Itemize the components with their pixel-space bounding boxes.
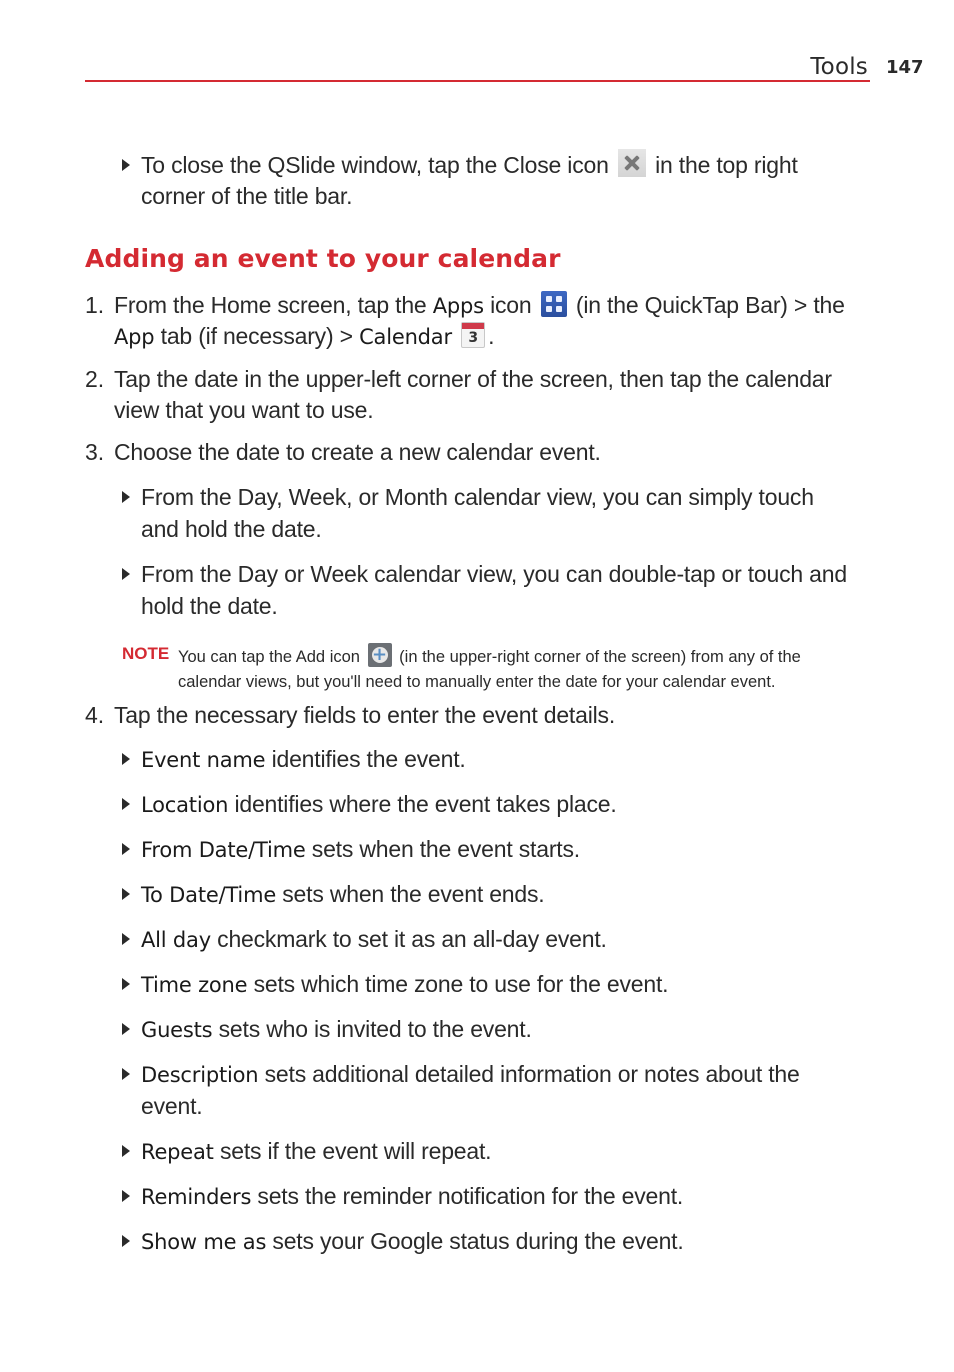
event-field-description-cont: event. — [141, 1093, 203, 1119]
step-number: 3. — [85, 439, 105, 465]
intro-text: To close the QSlide window, tap the Clos… — [141, 152, 609, 178]
step-3-bullet-1-line2: and hold the date. — [141, 516, 322, 542]
step-text: From the Home screen, tap the — [114, 292, 427, 318]
term-app: App — [114, 325, 155, 349]
bullet-arrow-icon — [122, 1023, 130, 1035]
note-line1: You can tap the Add icon (in the upper-r… — [178, 643, 858, 670]
event-field-item: To Date/Time sets when the event ends. — [141, 878, 545, 911]
bullet-arrow-icon — [122, 753, 130, 765]
step-2-line1: Tap the date in the upper-left corner of… — [114, 366, 832, 392]
calendar-icon: 3 — [461, 322, 486, 348]
event-field-term: All day — [141, 928, 211, 952]
event-field-item: Location identifies where the event take… — [141, 788, 617, 821]
step-text: . — [488, 323, 495, 349]
event-field-item: Event name identifies the event. — [141, 743, 466, 776]
step-4-line1: Tap the necessary fields to enter the ev… — [114, 702, 616, 728]
note-line2: calendar views, but you'll need to manua… — [178, 673, 776, 691]
event-field-description: sets the reminder notification for the e… — [257, 1183, 684, 1209]
step-3-bullet-2-line2: hold the date. — [141, 593, 278, 619]
event-field-item: All day checkmark to set it as an all-da… — [141, 923, 607, 956]
step-text: (in the QuickTap Bar) > the — [575, 292, 845, 318]
header-rule — [85, 80, 870, 82]
note-label: NOTE — [122, 644, 170, 663]
bullet-arrow-icon — [122, 491, 130, 503]
bullet-arrow-icon — [122, 568, 130, 580]
intro-bullet-line2: corner of the title bar. — [141, 183, 353, 209]
intro-text-after: in the top right — [655, 152, 798, 178]
add-icon — [367, 643, 392, 667]
bullet-arrow-icon — [122, 159, 130, 171]
step-text: tab (if necessary) > — [160, 323, 353, 349]
bullet-arrow-icon — [122, 1068, 130, 1080]
event-field-term: Guests — [141, 1018, 213, 1042]
term-apps: Apps — [432, 294, 484, 318]
event-field-item: Reminders sets the reminder notification… — [141, 1180, 683, 1213]
page-number: 147 — [886, 57, 924, 78]
event-field-item: Repeat sets if the event will repeat. — [141, 1135, 492, 1168]
event-field-description: identifies where the event takes place. — [234, 791, 617, 817]
event-field-item: From Date/Time sets when the event start… — [141, 833, 580, 866]
page-header: Tools — [85, 52, 870, 82]
calendar-icon-number: 3 — [468, 330, 478, 346]
event-field-description: sets who is invited to the event. — [218, 1016, 532, 1042]
event-field-description: checkmark to set it as an all-day event. — [217, 926, 607, 952]
event-field-term: To Date/Time — [141, 883, 277, 907]
step-text: icon — [490, 292, 532, 318]
event-field-term: Description — [141, 1063, 259, 1087]
event-field-term: Time zone — [141, 973, 248, 997]
bullet-arrow-icon — [122, 1145, 130, 1157]
event-field-description: sets if the event will repeat. — [219, 1138, 492, 1164]
event-field-description: sets which time zone to use for the even… — [253, 971, 669, 997]
step-1-line2: App tab (if necessary) > Calendar 3 . — [114, 320, 495, 353]
bullet-arrow-icon — [122, 843, 130, 855]
event-field-term: Reminders — [141, 1185, 252, 1209]
event-field-term: Repeat — [141, 1140, 214, 1164]
event-field-item: Time zone sets which time zone to use fo… — [141, 968, 669, 1001]
event-field-description: sets when the event starts. — [311, 836, 580, 862]
intro-bullet-line1: To close the QSlide window, tap the Clos… — [141, 149, 798, 181]
bullet-arrow-icon — [122, 1190, 130, 1202]
close-icon — [617, 149, 646, 177]
bullet-arrow-icon — [122, 798, 130, 810]
event-field-description: sets additional detailed information or … — [264, 1061, 800, 1087]
bullet-arrow-icon — [122, 888, 130, 900]
step-number: 1. — [85, 292, 105, 318]
note-text-after: (in the upper-right corner of the screen… — [399, 648, 801, 666]
event-field-term: Event name — [141, 748, 266, 772]
section-heading: Adding an event to your calendar — [85, 244, 561, 273]
event-field-term: From Date/Time — [141, 838, 306, 862]
bullet-arrow-icon — [122, 933, 130, 945]
step-3-bullet-1-line1: From the Day, Week, or Month calendar vi… — [141, 484, 814, 510]
event-field-description: sets your Google status during the event… — [272, 1228, 684, 1254]
event-field-description: sets when the event ends. — [282, 881, 545, 907]
apps-grid-icon — [540, 291, 567, 317]
bullet-arrow-icon — [122, 978, 130, 990]
step-3-line1: Choose the date to create a new calendar… — [114, 439, 601, 465]
bullet-arrow-icon — [122, 1235, 130, 1247]
step-3-bullet-2-line1: From the Day or Week calendar view, you … — [141, 561, 847, 587]
event-field-term: Show me as — [141, 1230, 267, 1254]
term-calendar: Calendar — [359, 325, 452, 349]
step-number: 4. — [85, 702, 105, 728]
event-field-description: identifies the event. — [271, 746, 466, 772]
step-1-line1: From the Home screen, tap the Apps icon … — [114, 289, 845, 322]
step-number: 2. — [85, 366, 105, 392]
section-label: Tools — [810, 54, 868, 80]
note-text: You can tap the Add icon (in the upper-r… — [178, 643, 858, 695]
note-text-before: You can tap the Add icon — [178, 648, 360, 666]
event-field-item: Description sets additional detailed inf… — [141, 1058, 800, 1091]
event-field-item: Guests sets who is invited to the event. — [141, 1013, 532, 1046]
step-2-line2: view that you want to use. — [114, 397, 374, 423]
event-field-item: Show me as sets your Google status durin… — [141, 1225, 684, 1258]
event-field-term: Location — [141, 793, 229, 817]
